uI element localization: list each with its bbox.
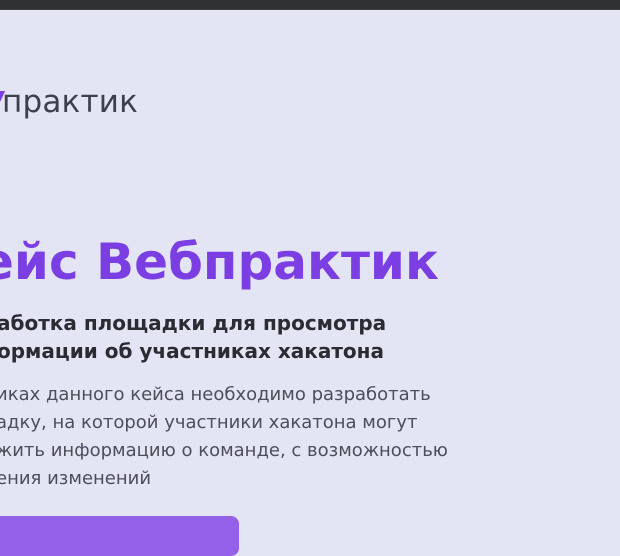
- subtitle-line: аботка площадки для просмотра: [0, 311, 387, 335]
- description-line: ения изменений: [0, 468, 152, 489]
- description-line: иках данного кейса необходимо разработат…: [0, 384, 431, 405]
- subtitle-line: ормации об участниках хакатона: [0, 339, 384, 363]
- hero-subtitle: аботка площадки для просмотра ормации об…: [0, 309, 417, 365]
- page-title: ейс Вебпрактик: [0, 233, 439, 291]
- description-line: адку, на которой участники хакатона могу…: [0, 412, 418, 433]
- browser-top-bar: [0, 0, 620, 10]
- cta-button[interactable]: [0, 516, 239, 556]
- site-logo[interactable]: практик: [0, 82, 138, 122]
- hero-description: иках данного кейса необходимо разработат…: [0, 381, 516, 493]
- top-bar-divider: [0, 9, 620, 10]
- logo-text: практик: [2, 84, 138, 120]
- description-line: жить информацию о команде, с возможность…: [0, 440, 448, 461]
